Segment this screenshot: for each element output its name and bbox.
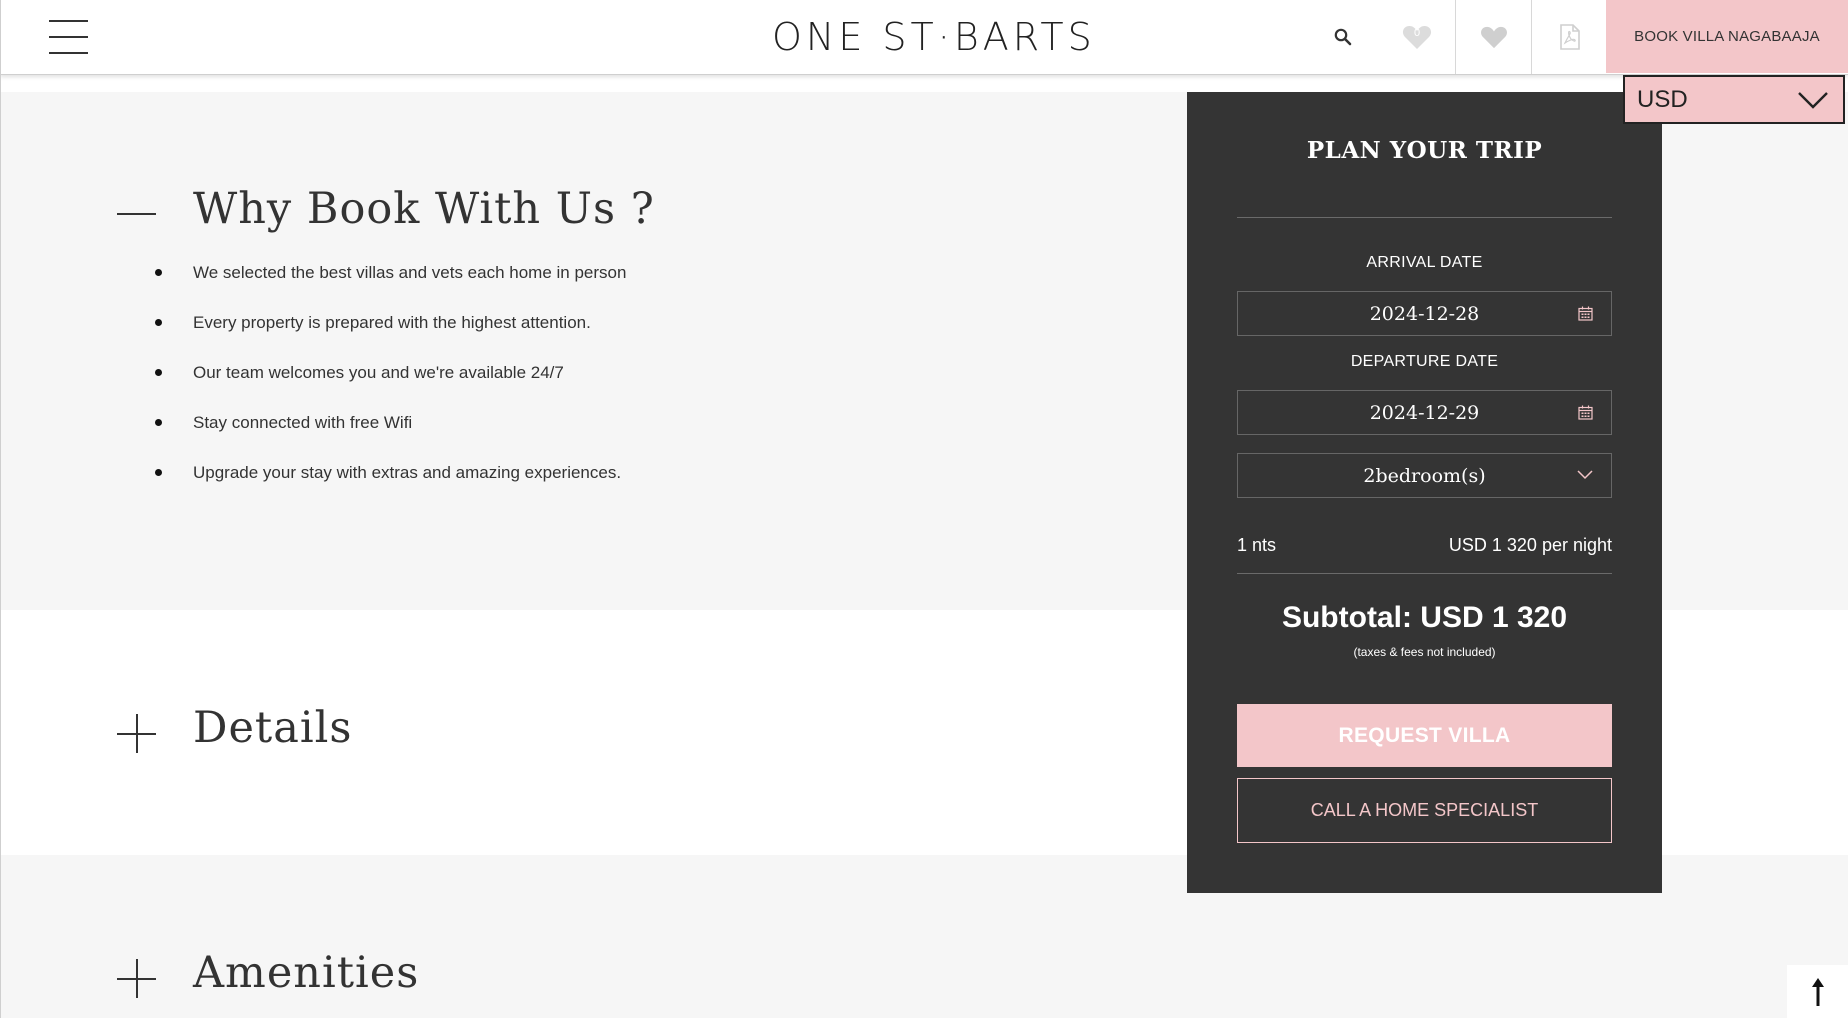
amenities-title[interactable]: Amenities — [193, 948, 419, 998]
request-villa-button[interactable]: REQUEST VILLA — [1237, 704, 1612, 767]
book-villa-button[interactable]: BOOK VILLA NAGABAAJA — [1606, 0, 1848, 73]
scroll-to-top-button[interactable] — [1787, 965, 1848, 1018]
divider — [1237, 217, 1612, 218]
chevron-down-icon — [1577, 470, 1593, 480]
arrival-date-field[interactable]: 2024-12-28 — [1237, 291, 1612, 336]
list-item: Stay connected with free Wifi — [154, 410, 626, 460]
price-per-night: USD 1 320 per night — [1448, 535, 1612, 555]
expand-plus-icon[interactable] — [117, 959, 156, 998]
list-item: Upgrade your stay with extras and amazin… — [154, 460, 626, 510]
pdf-icon[interactable] — [1531, 0, 1607, 74]
expand-plus-icon[interactable] — [117, 714, 156, 753]
calendar-icon — [1578, 405, 1593, 420]
search-icon[interactable] — [1314, 0, 1372, 74]
call-specialist-button[interactable]: CALL A HOME SPECIALIST — [1237, 778, 1612, 843]
arrow-up-icon — [1811, 977, 1824, 1006]
list-item: Every property is prepared with the high… — [154, 310, 626, 360]
calendar-icon — [1578, 306, 1593, 321]
divider — [1237, 573, 1612, 574]
arrival-date-label: ARRIVAL DATE — [1366, 254, 1483, 271]
nights-count: 1 nts — [1237, 535, 1277, 555]
bedrooms-select[interactable]: 2bedroom(s) — [1237, 453, 1612, 498]
subtotal: Subtotal: USD 1 320 — [1281, 601, 1568, 634]
page-left-border — [0, 0, 1, 1018]
departure-date-value: 2024-12-29 — [1369, 401, 1480, 424]
heart-icon[interactable] — [1455, 0, 1531, 74]
details-title[interactable]: Details — [193, 703, 352, 753]
panel-title: PLAN YOUR TRIP — [1306, 137, 1543, 164]
why-book-list: We selected the best villas and vets eac… — [154, 260, 626, 510]
taxes-note: (taxes & fees not included) — [1353, 645, 1496, 659]
currency-select[interactable]: USD — [1623, 75, 1845, 124]
departure-date-field[interactable]: 2024-12-29 — [1237, 390, 1612, 435]
collapse-minus-icon[interactable] — [117, 213, 156, 215]
menu-icon[interactable] — [49, 20, 89, 54]
currency-value: USD — [1637, 85, 1688, 113]
arrival-date-value: 2024-12-28 — [1369, 302, 1480, 325]
list-item: Our team welcomes you and we're availabl… — [154, 360, 626, 410]
why-book-title: Why Book With Us ? — [193, 184, 655, 234]
departure-date-label: DEPARTURE DATE — [1350, 353, 1499, 370]
plan-trip-panel: PLAN YOUR TRIP ARRIVAL DATE 2024-12-28 D… — [1187, 92, 1662, 893]
chevron-down-icon — [1798, 91, 1828, 109]
bedrooms-value: 2bedroom(s) — [1363, 464, 1486, 487]
heart-counter-icon[interactable]: 0 — [1387, 0, 1447, 74]
site-logo[interactable]: ONE ST·BARTS — [772, 14, 1096, 60]
list-item: We selected the best villas and vets eac… — [154, 260, 626, 310]
site-header: ONE ST·BARTS 0 BOOK VILLA NAGABAAJA — [0, 0, 1848, 75]
favorites-count-badge: 0 — [1413, 27, 1421, 39]
